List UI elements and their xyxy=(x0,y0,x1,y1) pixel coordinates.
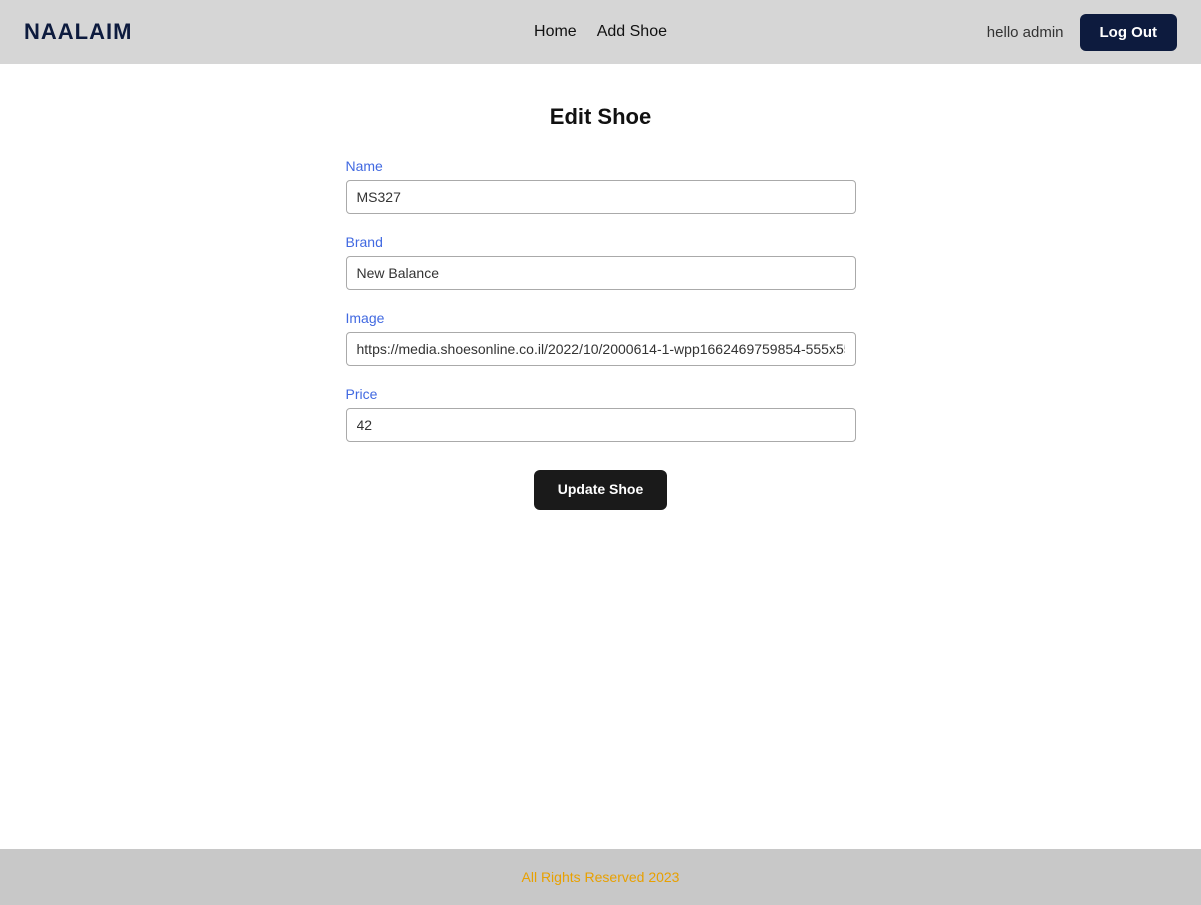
image-label: Image xyxy=(346,310,856,326)
logout-button[interactable]: Log Out xyxy=(1080,14,1177,51)
nav-add-shoe[interactable]: Add Shoe xyxy=(597,23,667,41)
navbar-links: Home Add Shoe xyxy=(534,23,667,41)
brand-logo: NAALAIM xyxy=(24,19,132,45)
price-input[interactable] xyxy=(346,408,856,442)
brand-input[interactable] xyxy=(346,256,856,290)
hello-text: hello admin xyxy=(987,24,1064,41)
footer: All Rights Reserved 2023 xyxy=(0,849,1201,905)
price-group: Price xyxy=(346,386,856,442)
navbar-right: hello admin Log Out xyxy=(987,14,1177,51)
edit-shoe-form: Name Brand Image Price Update Shoe xyxy=(346,158,856,510)
main-content: Edit Shoe Name Brand Image Price Update … xyxy=(0,64,1201,849)
navbar: NAALAIM Home Add Shoe hello admin Log Ou… xyxy=(0,0,1201,64)
update-shoe-button[interactable]: Update Shoe xyxy=(534,470,668,510)
page-title: Edit Shoe xyxy=(550,104,651,130)
image-group: Image xyxy=(346,310,856,366)
brand-group: Brand xyxy=(346,234,856,290)
name-group: Name xyxy=(346,158,856,214)
name-input[interactable] xyxy=(346,180,856,214)
footer-text: All Rights Reserved 2023 xyxy=(522,869,680,885)
name-label: Name xyxy=(346,158,856,174)
image-input[interactable] xyxy=(346,332,856,366)
brand-label: Brand xyxy=(346,234,856,250)
nav-home[interactable]: Home xyxy=(534,23,577,41)
price-label: Price xyxy=(346,386,856,402)
